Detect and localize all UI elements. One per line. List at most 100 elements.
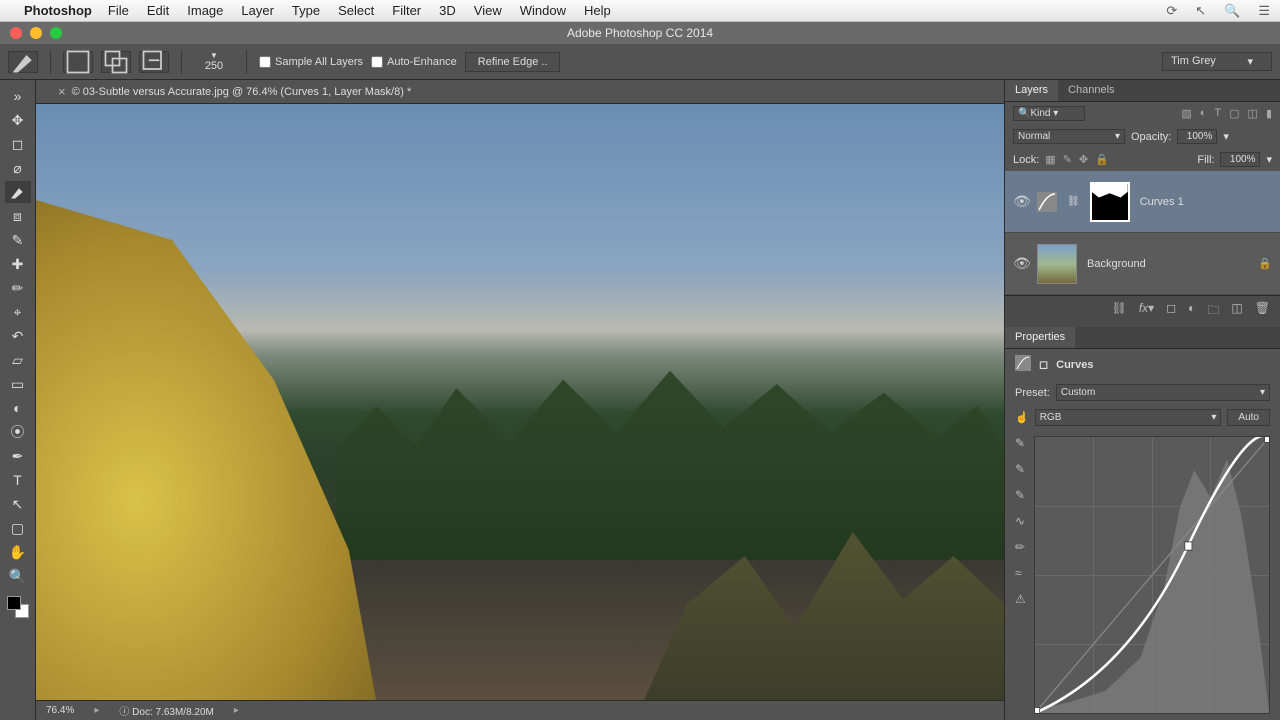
filter-adjustment-icon[interactable]: ◐	[1200, 107, 1207, 120]
white-eyedropper-icon[interactable]: ✎	[1015, 488, 1026, 502]
menu-file[interactable]: File	[108, 3, 129, 18]
menu-select[interactable]: Select	[338, 3, 374, 18]
brush-size-field[interactable]: ▼ 250	[194, 49, 234, 74]
hand-tool[interactable]: ✋	[5, 541, 31, 563]
new-adjustment-icon[interactable]: ◐	[1188, 301, 1195, 322]
eraser-tool[interactable]: ▱	[5, 349, 31, 371]
healing-tool[interactable]: ✚	[5, 253, 31, 275]
menu-window[interactable]: Window	[520, 3, 566, 18]
channels-tab[interactable]: Channels	[1058, 80, 1124, 101]
layer-item-curves[interactable]: 👁 ⛓ Curves 1	[1005, 171, 1280, 233]
smooth-icon[interactable]: ≈	[1015, 566, 1026, 580]
hand-targeted-icon[interactable]: ☝	[1015, 411, 1029, 424]
menu-edit[interactable]: Edit	[147, 3, 169, 18]
filter-pixel-icon[interactable]: ▧	[1181, 107, 1191, 120]
add-selection-icon[interactable]	[101, 51, 131, 73]
sync-icon[interactable]: ⟳	[1166, 3, 1177, 19]
workspace-selector[interactable]: Tim Grey▾	[1162, 52, 1272, 71]
menu-image[interactable]: Image	[187, 3, 223, 18]
mask-link-icon[interactable]: ⛓	[1067, 196, 1080, 207]
lasso-tool[interactable]: ⌀	[5, 157, 31, 179]
add-mask-icon[interactable]: ◻	[1166, 301, 1176, 322]
document-tab[interactable]: × © 03-Subtle versus Accurate.jpg @ 76.4…	[46, 80, 423, 103]
layer-mask-thumb[interactable]	[1090, 182, 1130, 222]
spotlight-icon[interactable]: 🔍	[1224, 3, 1240, 19]
minimize-window-button[interactable]	[30, 27, 42, 39]
eyedropper-tool[interactable]: ✎	[5, 229, 31, 251]
lock-all-icon[interactable]: 🔒	[1095, 153, 1109, 166]
canvas[interactable]	[36, 104, 1004, 700]
dodge-tool[interactable]: ⦿	[5, 421, 31, 443]
path-tool[interactable]: ↖	[5, 493, 31, 515]
menubar-app-name[interactable]: Photoshop	[24, 3, 92, 18]
layer-item-background[interactable]: 👁 Background 🔒	[1005, 233, 1280, 295]
visibility-icon[interactable]: 👁	[1013, 255, 1027, 272]
refine-edge-button[interactable]: Refine Edge ..	[465, 52, 561, 72]
blur-tool[interactable]: ◐	[5, 397, 31, 419]
properties-tab[interactable]: Properties	[1005, 327, 1075, 348]
new-layer-icon[interactable]: ◫	[1231, 301, 1242, 322]
sample-all-layers-checkbox[interactable]: Sample All Layers	[259, 56, 363, 68]
mask-mode-icon[interactable]: ◻	[1039, 358, 1048, 371]
menu-view[interactable]: View	[474, 3, 502, 18]
cursor-icon[interactable]: ↖	[1195, 3, 1206, 19]
filter-shape-icon[interactable]: ▢	[1229, 107, 1239, 120]
gradient-tool[interactable]: ▭	[5, 373, 31, 395]
expand-tool-icon[interactable]: »	[5, 85, 31, 107]
menu-help[interactable]: Help	[584, 3, 611, 18]
opacity-field[interactable]: 100%	[1177, 129, 1217, 144]
link-layers-icon[interactable]: ⛓	[1112, 301, 1127, 322]
zoom-level[interactable]: 76.4%	[46, 705, 74, 716]
blend-mode-select[interactable]: Normal▾	[1013, 129, 1125, 144]
layer-style-icon[interactable]: fx▾	[1139, 301, 1154, 322]
color-swatch[interactable]	[7, 596, 29, 618]
visibility-icon[interactable]: 👁	[1013, 193, 1027, 210]
move-tool[interactable]: ✥	[5, 109, 31, 131]
layer-thumb[interactable]	[1037, 244, 1077, 284]
layer-filter-kind[interactable]: 🔍Kind ▾	[1013, 106, 1085, 121]
subtract-selection-icon[interactable]	[139, 51, 169, 73]
delete-layer-icon[interactable]: 🗑	[1255, 301, 1270, 322]
layers-tab[interactable]: Layers	[1005, 80, 1058, 101]
new-group-icon[interactable]: 🗀	[1207, 301, 1219, 322]
black-eyedropper-icon[interactable]: ✎	[1015, 436, 1026, 450]
filter-toggle-icon[interactable]: ▮	[1266, 107, 1272, 120]
gray-eyedropper-icon[interactable]: ✎	[1015, 462, 1026, 476]
filter-type-icon[interactable]: T	[1214, 107, 1221, 120]
quick-selection-tool[interactable]	[5, 181, 31, 203]
history-brush-tool[interactable]: ↶	[5, 325, 31, 347]
marquee-tool[interactable]: ◻	[5, 133, 31, 155]
type-tool[interactable]: T	[5, 469, 31, 491]
menu-layer[interactable]: Layer	[241, 3, 274, 18]
curves-graph[interactable]	[1034, 436, 1270, 714]
layer-name[interactable]: Background	[1087, 258, 1248, 270]
clone-tool[interactable]: ⌖	[5, 301, 31, 323]
pen-tool[interactable]: ✒	[5, 445, 31, 467]
brush-tool[interactable]: ✏	[5, 277, 31, 299]
opacity-scrubber-icon[interactable]: ▾	[1223, 130, 1229, 143]
lock-position-icon[interactable]: ✥	[1079, 153, 1088, 166]
lock-image-icon[interactable]: ✎	[1063, 153, 1072, 166]
shape-tool[interactable]: ▢	[5, 517, 31, 539]
filter-smart-icon[interactable]: ◫	[1248, 107, 1258, 120]
close-window-button[interactable]	[10, 27, 22, 39]
menu-3d[interactable]: 3D	[439, 3, 456, 18]
fill-scrubber-icon[interactable]: ▾	[1266, 153, 1272, 166]
lock-transparency-icon[interactable]: ▦	[1045, 153, 1055, 166]
menu-list-icon[interactable]: ☰	[1258, 3, 1270, 19]
auto-enhance-checkbox[interactable]: Auto-Enhance	[371, 56, 457, 68]
zoom-tool[interactable]: 🔍	[5, 565, 31, 587]
menu-type[interactable]: Type	[292, 3, 320, 18]
close-tab-icon[interactable]: ×	[58, 84, 66, 99]
preset-select[interactable]: Custom▾	[1056, 384, 1270, 401]
draw-curve-icon[interactable]: ✏	[1015, 540, 1026, 554]
current-tool-icon[interactable]	[8, 51, 38, 73]
crop-tool[interactable]: ⧈	[5, 205, 31, 227]
layer-name[interactable]: Curves 1	[1140, 196, 1272, 208]
doc-size[interactable]: ⓘ Doc: 7.63M/8.20M	[119, 703, 214, 718]
new-selection-icon[interactable]	[63, 51, 93, 73]
channel-select[interactable]: RGB▾	[1035, 409, 1222, 426]
zoom-window-button[interactable]	[50, 27, 62, 39]
clip-warning-icon[interactable]: ⚠	[1015, 592, 1026, 606]
fill-field[interactable]: 100%	[1220, 152, 1260, 167]
